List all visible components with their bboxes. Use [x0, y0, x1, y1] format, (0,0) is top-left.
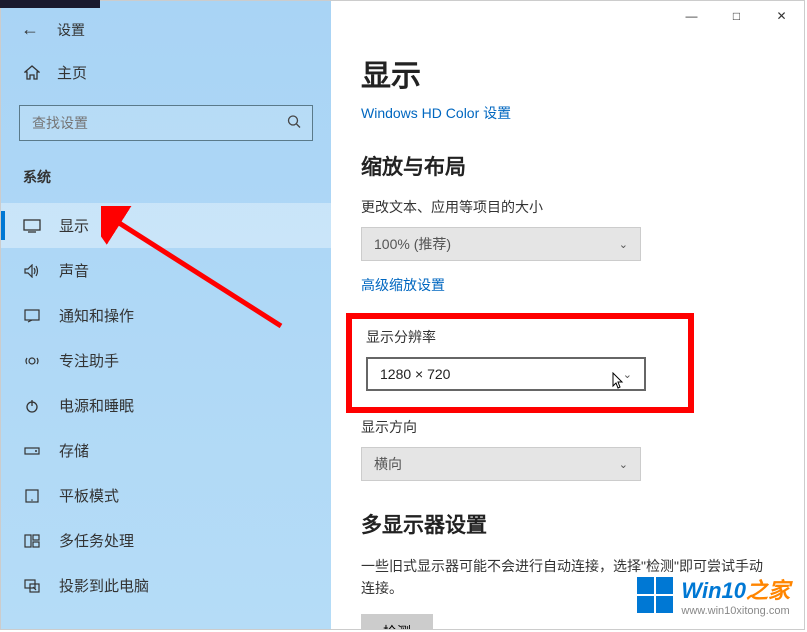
sidebar-item-project[interactable]: 投影到此电脑: [1, 563, 331, 608]
close-button[interactable]: ✕: [759, 1, 804, 31]
detect-button[interactable]: 检测: [361, 614, 433, 629]
maximize-button[interactable]: □: [714, 1, 759, 31]
settings-window: — □ ✕ ← 设置 主页 系统 显示 声音: [0, 0, 805, 630]
resolution-highlight: 显示分辨率 1280 × 720 ⌄: [346, 313, 694, 413]
multi-display-section-title: 多显示器设置: [361, 509, 774, 539]
orientation-value: 横向: [374, 454, 402, 474]
sidebar-item-sound[interactable]: 声音: [1, 248, 331, 293]
content-area: 显示 Windows HD Color 设置 缩放与布局 更改文本、应用等项目的…: [331, 1, 804, 629]
scale-field-label: 更改文本、应用等项目的大小: [361, 197, 774, 217]
orientation-dropdown[interactable]: 横向 ⌄: [361, 447, 641, 481]
search-icon: [287, 115, 301, 132]
cursor-icon: [612, 372, 626, 393]
home-icon: [23, 65, 41, 81]
search-box: [19, 105, 313, 141]
sidebar-item-label: 声音: [59, 260, 89, 281]
scale-section-title: 缩放与布局: [361, 151, 774, 181]
sidebar-item-power[interactable]: 电源和睡眠: [1, 383, 331, 428]
sidebar-item-label: 存储: [59, 440, 89, 461]
watermark: Win10之家 www.win10xitong.com: [637, 573, 790, 617]
sidebar-item-label: 多任务处理: [59, 530, 134, 551]
dark-edge: [0, 0, 100, 8]
home-nav[interactable]: 主页: [1, 52, 331, 93]
sidebar-item-multitask[interactable]: 多任务处理: [1, 518, 331, 563]
settings-title: 设置: [57, 20, 85, 40]
sidebar-item-label: 显示: [59, 215, 89, 236]
window-controls: — □ ✕: [669, 1, 804, 31]
project-icon: [23, 579, 41, 593]
notifications-icon: [23, 309, 41, 323]
display-icon: [23, 219, 41, 233]
watermark-title-a: Win10: [681, 578, 746, 603]
minimize-button[interactable]: —: [669, 1, 714, 31]
system-section-label: 系统: [1, 159, 331, 203]
sidebar-item-label: 投影到此电脑: [59, 575, 149, 596]
watermark-title-b: 之家: [746, 578, 790, 603]
scale-dropdown[interactable]: 100% (推荐) ⌄: [361, 227, 641, 261]
sidebar-item-label: 平板模式: [59, 485, 119, 506]
watermark-text: Win10之家 www.win10xitong.com: [681, 573, 790, 617]
search-input[interactable]: [19, 105, 313, 141]
scale-value: 100% (推荐): [374, 234, 451, 254]
sidebar: ← 设置 主页 系统 显示 声音 通知和操作: [1, 1, 331, 629]
back-button[interactable]: ←: [21, 19, 39, 40]
sidebar-item-notifications[interactable]: 通知和操作: [1, 293, 331, 338]
resolution-value: 1280 × 720: [380, 366, 450, 382]
sound-icon: [23, 264, 41, 278]
sidebar-item-label: 电源和睡眠: [59, 395, 134, 416]
orientation-field-label: 显示方向: [361, 417, 774, 437]
storage-icon: [23, 445, 41, 457]
watermark-url: www.win10xitong.com: [681, 605, 790, 617]
sidebar-item-label: 专注助手: [59, 350, 119, 371]
sidebar-header: ← 设置: [1, 11, 331, 52]
sidebar-item-tablet[interactable]: 平板模式: [1, 473, 331, 518]
advanced-scale-link[interactable]: 高级缩放设置: [361, 275, 774, 295]
sidebar-item-focus[interactable]: 专注助手: [1, 338, 331, 383]
chevron-down-icon: ⌄: [619, 458, 628, 471]
watermark-logo-icon: [637, 577, 673, 613]
multitask-icon: [23, 534, 41, 548]
sidebar-item-display[interactable]: 显示: [1, 203, 331, 248]
focus-icon: [23, 353, 41, 369]
page-title: 显示: [361, 51, 774, 95]
tablet-icon: [23, 489, 41, 503]
resolution-field-label: 显示分辨率: [366, 327, 674, 347]
hd-color-link[interactable]: Windows HD Color 设置: [361, 103, 774, 123]
sidebar-item-storage[interactable]: 存储: [1, 428, 331, 473]
resolution-dropdown[interactable]: 1280 × 720 ⌄: [366, 357, 646, 391]
chevron-down-icon: ⌄: [619, 238, 628, 251]
sidebar-item-label: 通知和操作: [59, 305, 134, 326]
home-label: 主页: [57, 62, 87, 83]
power-icon: [23, 398, 41, 414]
